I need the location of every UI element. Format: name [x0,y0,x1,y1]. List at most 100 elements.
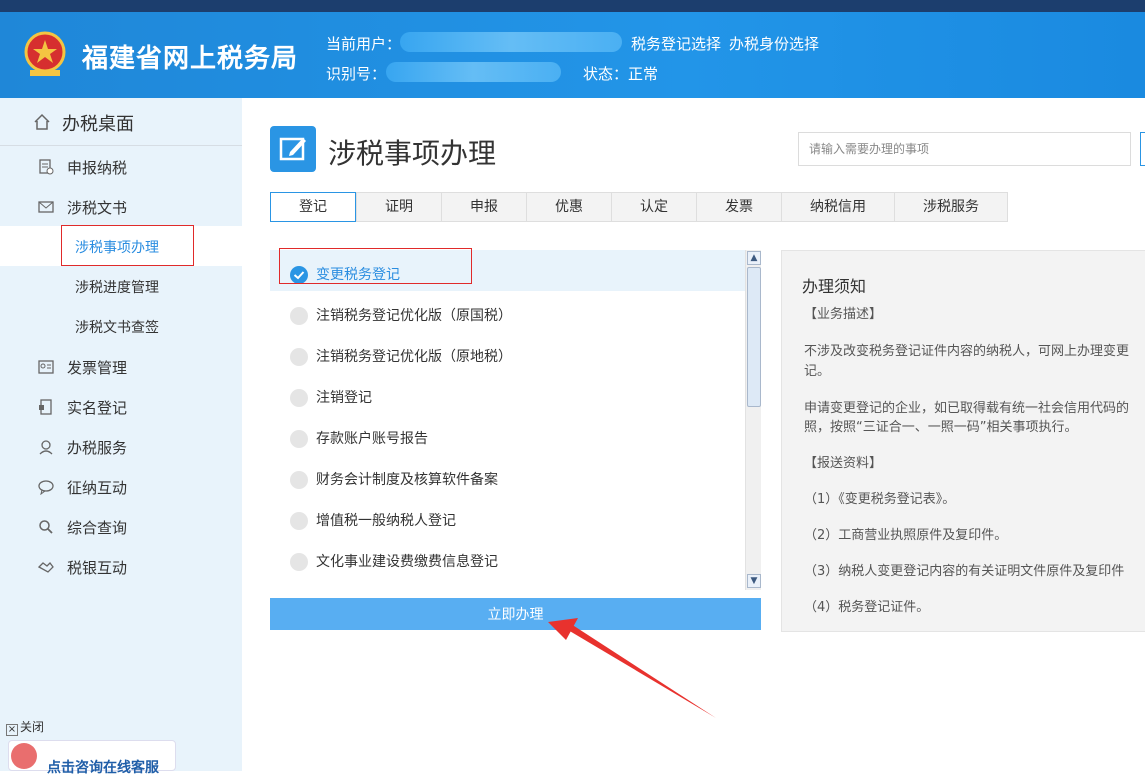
id-number-label: 识别号： [326,65,387,83]
list-item-label: 文化事业建设费缴费信息登记 [316,554,498,570]
sidebar-item-tax-service[interactable]: 办税服务 [0,427,242,467]
notice-text: 不涉及改变税务登记证件内容的纳税人，可网上办理变更 [804,344,1130,359]
top-strip [0,0,1145,12]
consult-label: 点击咨询在线客服 [47,760,159,776]
radio-icon [290,348,308,366]
sidebar-item-realname[interactable]: 实名登记 [0,387,242,427]
mail-icon [38,201,54,213]
business-desc-heading: 【业务描述】 [804,307,883,322]
close-label: 关闭 [20,720,45,734]
notice-title: 办理须知 [802,277,867,296]
list-item-label: 注销税务登记优化版（原国税） [316,308,512,324]
current-user-value-redacted [400,32,622,52]
report-icon [39,159,54,175]
id-number-value-redacted [386,62,561,82]
tax-identity-select-link[interactable]: 办税身份选择 [729,33,819,54]
highlight-box-sidebar [61,225,194,266]
radio-icon [290,430,308,448]
search-input[interactable] [798,132,1131,166]
radio-icon [290,553,308,571]
list-item[interactable]: 注销税务登记优化版（原国税） [270,291,745,332]
sidebar-home[interactable]: 办税桌面 [0,98,242,146]
list-item[interactable]: 注销税务登记优化版（原地税） [270,332,745,373]
sidebar-subitem-label: 涉税进度管理 [75,280,159,296]
search-button[interactable] [1140,132,1145,166]
tax-registration-select-link[interactable]: 税务登记选择 [631,33,721,54]
radio-icon [290,512,308,530]
sidebar-item-invoice[interactable]: 发票管理 [0,347,242,387]
current-user-label: 当前用户： [326,35,402,53]
scroll-down-icon[interactable]: ▼ [747,574,761,588]
sidebar-item-label: 办税服务 [67,439,128,457]
status-label: 状态：正常 [583,65,659,83]
site-title: 福建省网上税务局 [82,44,299,74]
sidebar-subitem-label: 涉税文书查签 [75,320,159,336]
sidebar-subitem-document-sign[interactable]: 涉税文书查签 [0,306,242,346]
material-item: （4）税务登记证件。 [804,600,930,615]
list-item-label: 注销税务登记优化版（原地税） [316,349,512,365]
search-icon [39,520,53,534]
tab-invoice[interactable]: 发票 [696,192,782,222]
page-title: 涉税事项办理 [328,137,497,170]
sidebar-item-declare-pay[interactable]: 申报纳税 [0,147,242,187]
sidebar-home-label: 办税桌面 [62,114,134,135]
sidebar: 办税桌面 申报纳税 涉税文书 涉税事项办理 涉税进度管理 涉税文书查签 发票管理… [0,98,242,771]
tab-certificate[interactable]: 证明 [356,192,442,222]
notice-text: 照，按照“三证合一、一照一码”相关事项执行。 [804,420,1078,435]
tab-tax-credit[interactable]: 纳税信用 [781,192,895,222]
sidebar-item-label: 税银互动 [67,559,128,577]
highlight-box-list [279,248,472,284]
matters-list: 变更税务登记 注销税务登记优化版（原国税） 注销税务登记优化版（原地税） 注销登… [270,248,762,590]
tab-preferential[interactable]: 优惠 [526,192,612,222]
sidebar-item-interaction[interactable]: 征纳互动 [0,467,242,507]
material-item: （3）纳税人变更登记内容的有关证明文件原件及复印件 [804,564,1125,579]
chat-icon [38,480,54,495]
close-consult[interactable]: × 关闭 [6,718,44,736]
scroll-thumb[interactable] [747,267,761,407]
national-emblem-icon [24,31,66,76]
sidebar-item-label: 综合查询 [67,519,128,537]
close-icon: × [6,724,18,736]
tab-registration[interactable]: 登记 [270,192,356,222]
material-item: （1）《变更税务登记表》。 [804,492,956,507]
service-avatar-icon [11,743,37,769]
home-icon [34,113,50,130]
id-card-icon [39,399,52,415]
scroll-up-icon[interactable]: ▲ [747,251,761,265]
handshake-icon [38,562,54,573]
notice-panel: 办理须知 【业务描述】 不涉及改变税务登记证件内容的纳税人，可网上办理变更 记。… [781,250,1145,632]
sidebar-item-tax-bank[interactable]: 税银互动 [0,547,242,587]
header: 福建省网上税务局 当前用户： 税务登记选择 办税身份选择 识别号： 状态：正常 [0,12,1145,98]
sidebar-item-tax-documents[interactable]: 涉税文书 [0,187,242,227]
list-item-label: 注销登记 [316,390,372,406]
tab-tax-service[interactable]: 涉税服务 [894,192,1008,222]
list-item-label: 增值税一般纳税人登记 [316,513,456,529]
process-now-button[interactable]: 立即办理 [270,598,761,630]
sidebar-item-label: 申报纳税 [67,159,128,177]
sidebar-item-query[interactable]: 综合查询 [0,507,242,547]
list-item[interactable]: 财务会计制度及核算软件备案 [270,455,745,496]
list-scrollbar[interactable]: ▲ ▼ [745,250,761,590]
sidebar-item-label: 实名登记 [67,399,128,417]
material-item: （2）工商营业执照原件及复印件。 [804,528,1008,543]
materials-heading: 【报送资料】 [804,456,883,471]
radio-icon [290,307,308,325]
list-item-label: 财务会计制度及核算软件备案 [316,472,498,488]
list-item[interactable]: 注销登记 [270,373,745,414]
notice-text: 记。 [804,364,831,379]
sidebar-item-label: 征纳互动 [67,479,128,497]
list-item[interactable]: 存款账户账号报告 [270,414,745,455]
user-service-icon [39,440,53,455]
tax-matters-icon [270,126,316,172]
list-item[interactable]: 文化事业建设费缴费信息登记 [270,537,745,578]
tab-declaration[interactable]: 申报 [441,192,527,222]
list-item[interactable]: 增值税一般纳税人登记 [270,496,745,537]
list-item-label: 存款账户账号报告 [316,431,428,447]
sidebar-item-label: 涉税文书 [67,199,128,217]
sidebar-item-label: 发票管理 [67,359,128,377]
online-consult-button[interactable]: 点击咨询在线客服 [8,740,176,776]
sidebar-subitem-progress[interactable]: 涉税进度管理 [0,266,242,306]
radio-icon [290,389,308,407]
notice-text: 申请变更登记的企业，如已取得载有统一社会信用代码的 [804,401,1130,416]
tab-recognition[interactable]: 认定 [611,192,697,222]
